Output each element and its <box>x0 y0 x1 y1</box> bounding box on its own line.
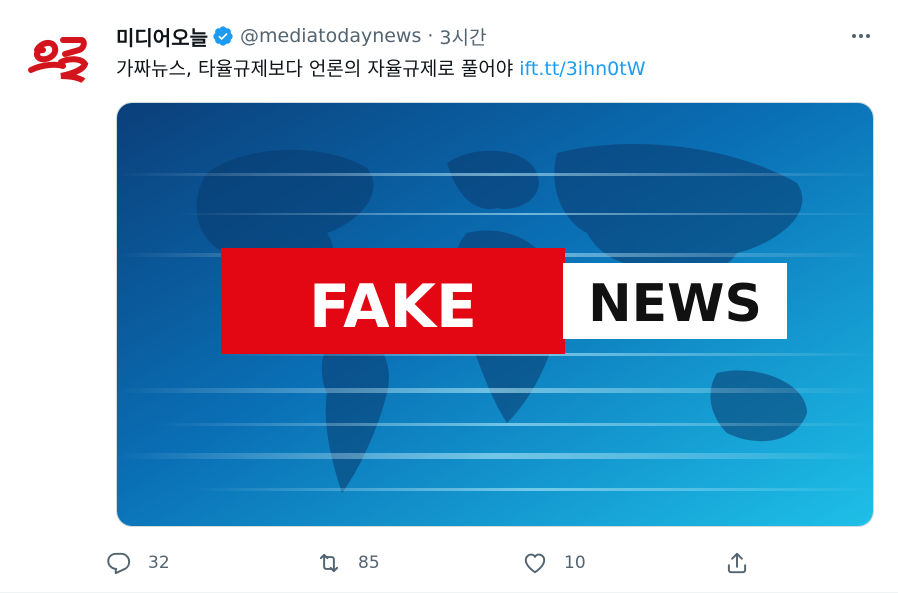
user-handle[interactable]: @mediatodaynews <box>240 25 421 47</box>
tweet-text: 가짜뉴스, 타율규제보다 언론의 자율규제로 풀어야 ift.tt/3ihn0tW <box>116 54 645 84</box>
retweet-icon <box>319 553 339 573</box>
heart-icon <box>524 553 546 574</box>
tweet-card[interactable]: 오늘 미디어오늘 @mediatodaynews · 3시간 가짜뉴스, 타율규… <box>0 0 898 593</box>
tweet-header: 미디어오늘 @mediatodaynews · 3시간 <box>116 20 486 52</box>
reply-count: 32 <box>148 553 170 573</box>
tweet-link[interactable]: ift.tt/3ihn0tW <box>519 58 645 80</box>
like-button[interactable]: 10 <box>522 543 586 583</box>
share-icon <box>727 552 747 574</box>
separator-dot: · <box>427 25 434 47</box>
more-options-button[interactable] <box>846 24 876 48</box>
fake-news-image: FAKE NEWS <box>117 103 873 526</box>
display-name[interactable]: 미디어오늘 <box>116 22 208 51</box>
tweet-actions: 32 85 10 <box>106 543 786 583</box>
tweet-media-image[interactable]: FAKE NEWS <box>116 102 874 527</box>
mediatoday-logo-icon: 오늘 <box>23 20 94 91</box>
reply-icon <box>107 552 131 575</box>
reply-button[interactable]: 32 <box>106 543 170 583</box>
news-label: NEWS <box>588 274 762 334</box>
like-count: 10 <box>564 553 586 573</box>
fake-label: FAKE <box>309 272 477 342</box>
retweet-button[interactable]: 85 <box>316 543 380 583</box>
tweet-timestamp[interactable]: 3시간 <box>439 23 486 50</box>
retweet-count: 85 <box>358 553 380 573</box>
more-options-icon <box>852 34 870 38</box>
verified-badge-icon <box>213 26 233 46</box>
share-button[interactable] <box>724 543 766 583</box>
tweet-body: 가짜뉴스, 타율규제보다 언론의 자율규제로 풀어야 <box>116 58 514 80</box>
avatar[interactable]: 오늘 <box>23 20 94 91</box>
